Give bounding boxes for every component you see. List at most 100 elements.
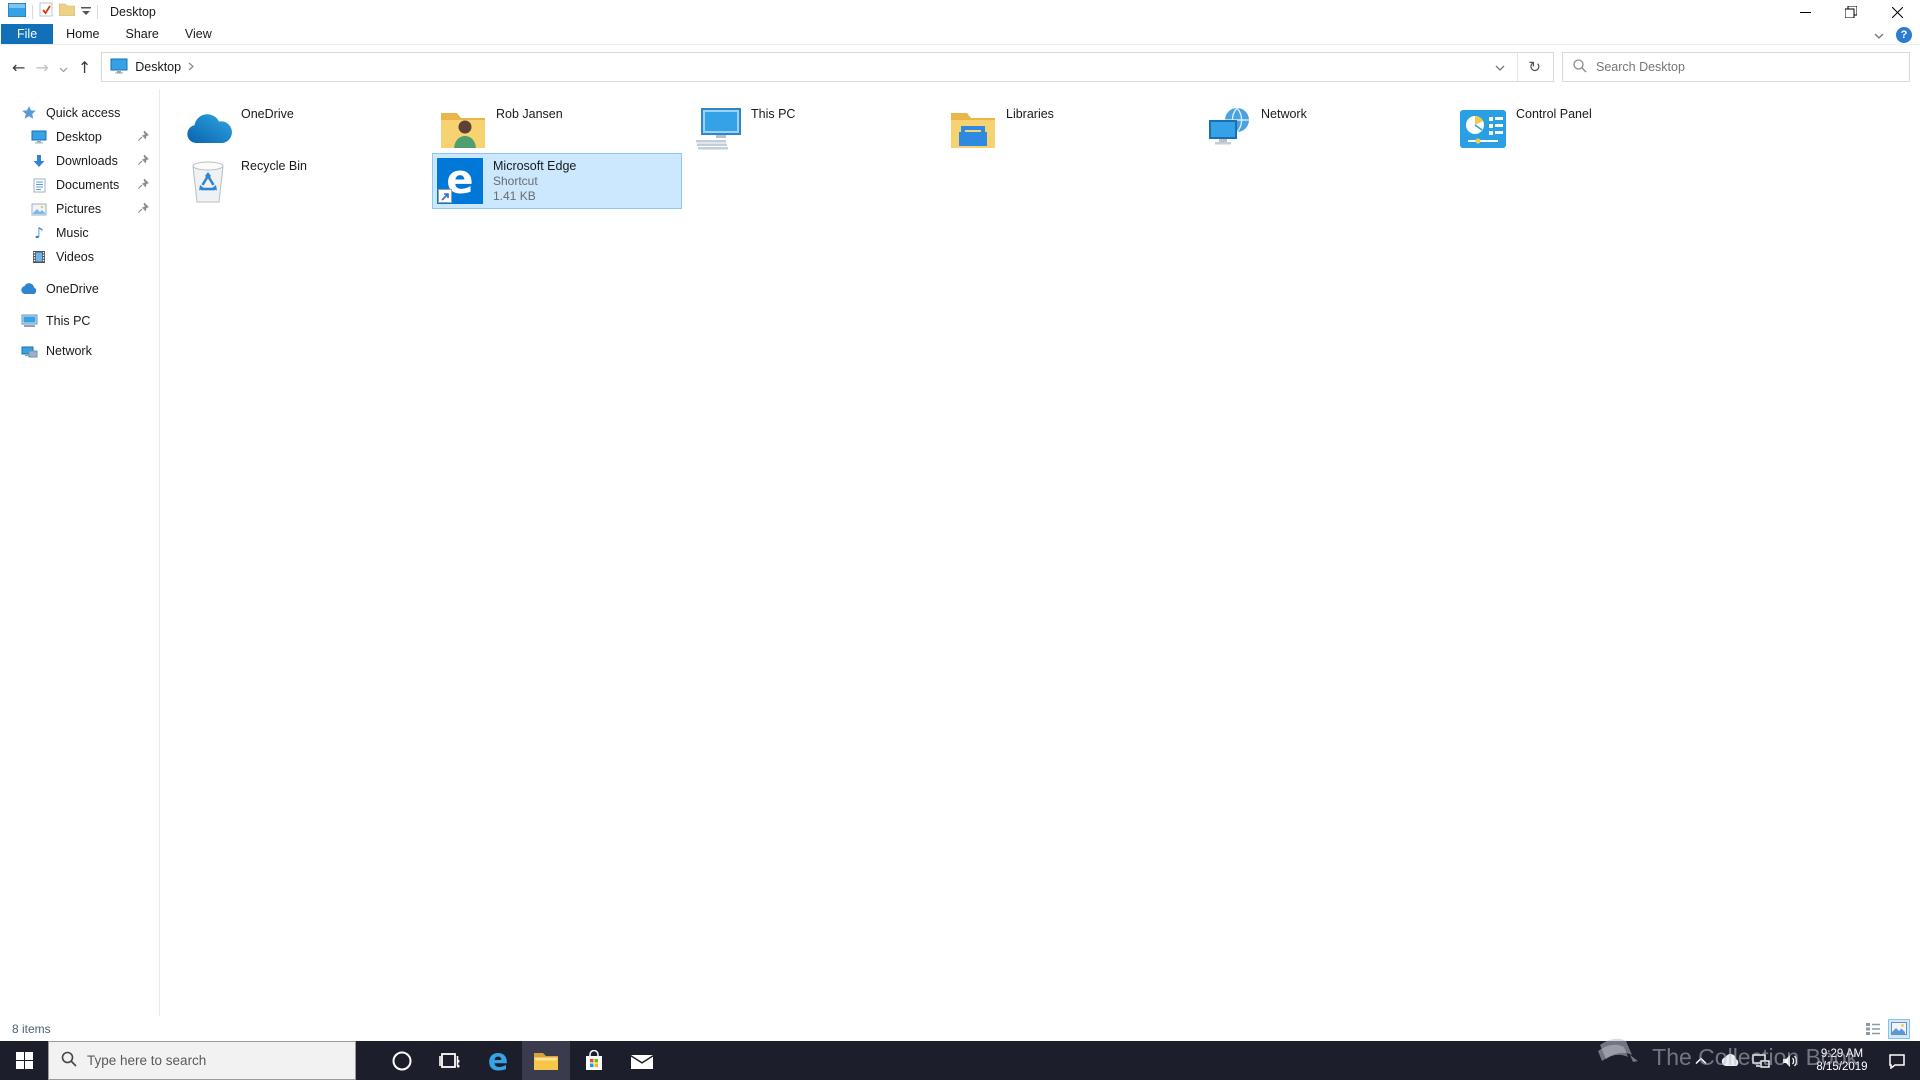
taskbar-search-placeholder: Type here to search (87, 1053, 207, 1068)
user-folder-icon (439, 105, 487, 153)
downloads-icon (30, 152, 48, 170)
search-box[interactable]: Search Desktop (1562, 52, 1910, 82)
help-button[interactable]: ? (1896, 26, 1912, 43)
new-folder-button[interactable] (58, 3, 76, 21)
sidebar-item-documents[interactable]: Documents (0, 173, 159, 197)
file-tile-onedrive[interactable]: OneDrive (180, 101, 430, 157)
action-center-button[interactable] (1878, 1053, 1916, 1069)
refresh-button[interactable]: ↻ (1520, 58, 1549, 76)
tray-volume-icon[interactable] (1776, 1054, 1806, 1068)
desktop-icon (30, 128, 48, 146)
file-list[interactable]: OneDrive Rob Jansen This PC Libraries Ne… (160, 89, 1920, 1016)
microsoft-edge-icon: e (437, 158, 483, 204)
address-bar[interactable]: Desktop ↻ (101, 52, 1554, 82)
control-panel-icon (1459, 105, 1507, 153)
details-view-button[interactable] (1862, 1019, 1884, 1039)
sidebar-item-videos[interactable]: Videos (0, 245, 159, 269)
tab-view[interactable]: View (172, 24, 225, 44)
clock-date: 8/15/2019 (1816, 1060, 1868, 1073)
this-pc-icon (694, 105, 742, 153)
file-name: Control Panel (1516, 107, 1592, 121)
taskbar: Type here to search e 9:29 AM 8/15/2019 (0, 1041, 1920, 1080)
pin-icon (137, 178, 149, 193)
sidebar-item-downloads[interactable]: Downloads (0, 149, 159, 173)
window-controls (1782, 0, 1920, 24)
taskbar-search-input[interactable]: Type here to search (48, 1041, 356, 1080)
file-name: OneDrive (241, 107, 294, 121)
music-icon: ♪ (34, 224, 44, 242)
tray-network-icon[interactable] (1746, 1053, 1776, 1068)
file-tile-recycle-bin[interactable]: Recycle Bin (180, 153, 430, 209)
large-icons-view-button[interactable] (1888, 1018, 1910, 1039)
file-tile-this-pc[interactable]: This PC (690, 101, 940, 157)
file-tile-network[interactable]: Network (1200, 101, 1450, 157)
divider (32, 5, 33, 19)
forward-button[interactable]: → (35, 58, 48, 77)
taskbar-edge-button[interactable]: e (474, 1041, 522, 1080)
file-name: Microsoft Edge (493, 159, 577, 173)
system-tray: 9:29 AM 8/15/2019 (1686, 1041, 1920, 1080)
pin-icon (137, 202, 149, 217)
restore-button[interactable] (1828, 0, 1874, 24)
file-explorer-window: Desktop File Home Share View ? ← → ↑ Des… (0, 0, 1920, 1080)
navigation-row: ← → ↑ Desktop ↻ Search Desktop (0, 45, 1920, 89)
file-tile-microsoft-edge[interactable]: e Microsoft Edge Shortcut 1.41 KB (432, 153, 682, 209)
minimize-button[interactable] (1782, 0, 1828, 24)
search-icon (1573, 58, 1587, 76)
sidebar-item-onedrive[interactable]: OneDrive (0, 277, 159, 301)
item-count: 8 items (12, 1021, 51, 1036)
back-button[interactable]: ← (12, 58, 25, 77)
file-name: Network (1261, 107, 1307, 121)
pin-icon (137, 154, 149, 169)
file-tile-libraries[interactable]: Libraries (945, 101, 1195, 157)
taskbar-mail-button[interactable] (618, 1041, 666, 1080)
videos-icon (30, 248, 48, 266)
tray-chevron-up-icon[interactable] (1686, 1056, 1716, 1065)
window-title: Desktop (110, 5, 156, 19)
network-icon (1204, 105, 1252, 153)
sidebar-item-pictures[interactable]: Pictures (0, 197, 159, 221)
file-name: Libraries (1006, 107, 1054, 121)
desktop-location-icon (110, 58, 128, 77)
expand-ribbon-icon[interactable] (1874, 26, 1884, 44)
taskbar-file-explorer-button[interactable] (522, 1041, 570, 1080)
tab-share[interactable]: Share (113, 24, 172, 44)
file-tile-control-panel[interactable]: Control Panel (1455, 101, 1705, 157)
navigation-pane: Quick access Desktop Downloads Documents… (0, 89, 160, 1016)
close-button[interactable] (1874, 0, 1920, 24)
sidebar-item-quick-access[interactable]: Quick access (0, 101, 159, 125)
onedrive-cloud-icon (184, 105, 232, 153)
recent-locations-icon[interactable] (59, 58, 68, 77)
sidebar-item-network[interactable]: Network (0, 339, 159, 363)
titlebar: Desktop (0, 0, 1920, 24)
file-type: Shortcut (493, 174, 538, 188)
sidebar-item-this-pc[interactable]: This PC (0, 309, 159, 333)
tab-home[interactable]: Home (53, 24, 112, 44)
quick-access-star-icon (20, 104, 38, 122)
task-view-button[interactable] (426, 1041, 474, 1080)
taskbar-store-button[interactable] (570, 1041, 618, 1080)
sidebar-item-music[interactable]: ♪ Music (0, 221, 159, 245)
documents-icon (30, 176, 48, 194)
cortana-button[interactable] (378, 1041, 426, 1080)
up-button[interactable]: ↑ (78, 58, 91, 77)
search-placeholder: Search Desktop (1596, 60, 1685, 74)
taskbar-clock[interactable]: 9:29 AM 8/15/2019 (1806, 1048, 1878, 1074)
file-explorer-icon (7, 2, 27, 22)
tray-onedrive-icon[interactable] (1716, 1054, 1746, 1067)
address-dropdown-icon[interactable] (1485, 58, 1515, 76)
properties-button[interactable] (39, 2, 53, 22)
recycle-bin-icon (184, 157, 232, 205)
file-size: 1.41 KB (493, 189, 536, 203)
customize-qat-button[interactable] (81, 3, 91, 21)
onedrive-cloud-icon (20, 280, 38, 298)
status-bar: 8 items (0, 1016, 1920, 1041)
pin-icon (137, 130, 149, 145)
clock-time: 9:29 AM (1820, 1047, 1864, 1060)
sidebar-item-desktop[interactable]: Desktop (0, 125, 159, 149)
start-button[interactable] (0, 1041, 48, 1080)
breadcrumb-chevron-icon[interactable] (188, 60, 194, 74)
breadcrumb[interactable]: Desktop (135, 60, 181, 74)
tab-file[interactable]: File (1, 24, 54, 44)
file-tile-rob-jansen[interactable]: Rob Jansen (435, 101, 685, 157)
